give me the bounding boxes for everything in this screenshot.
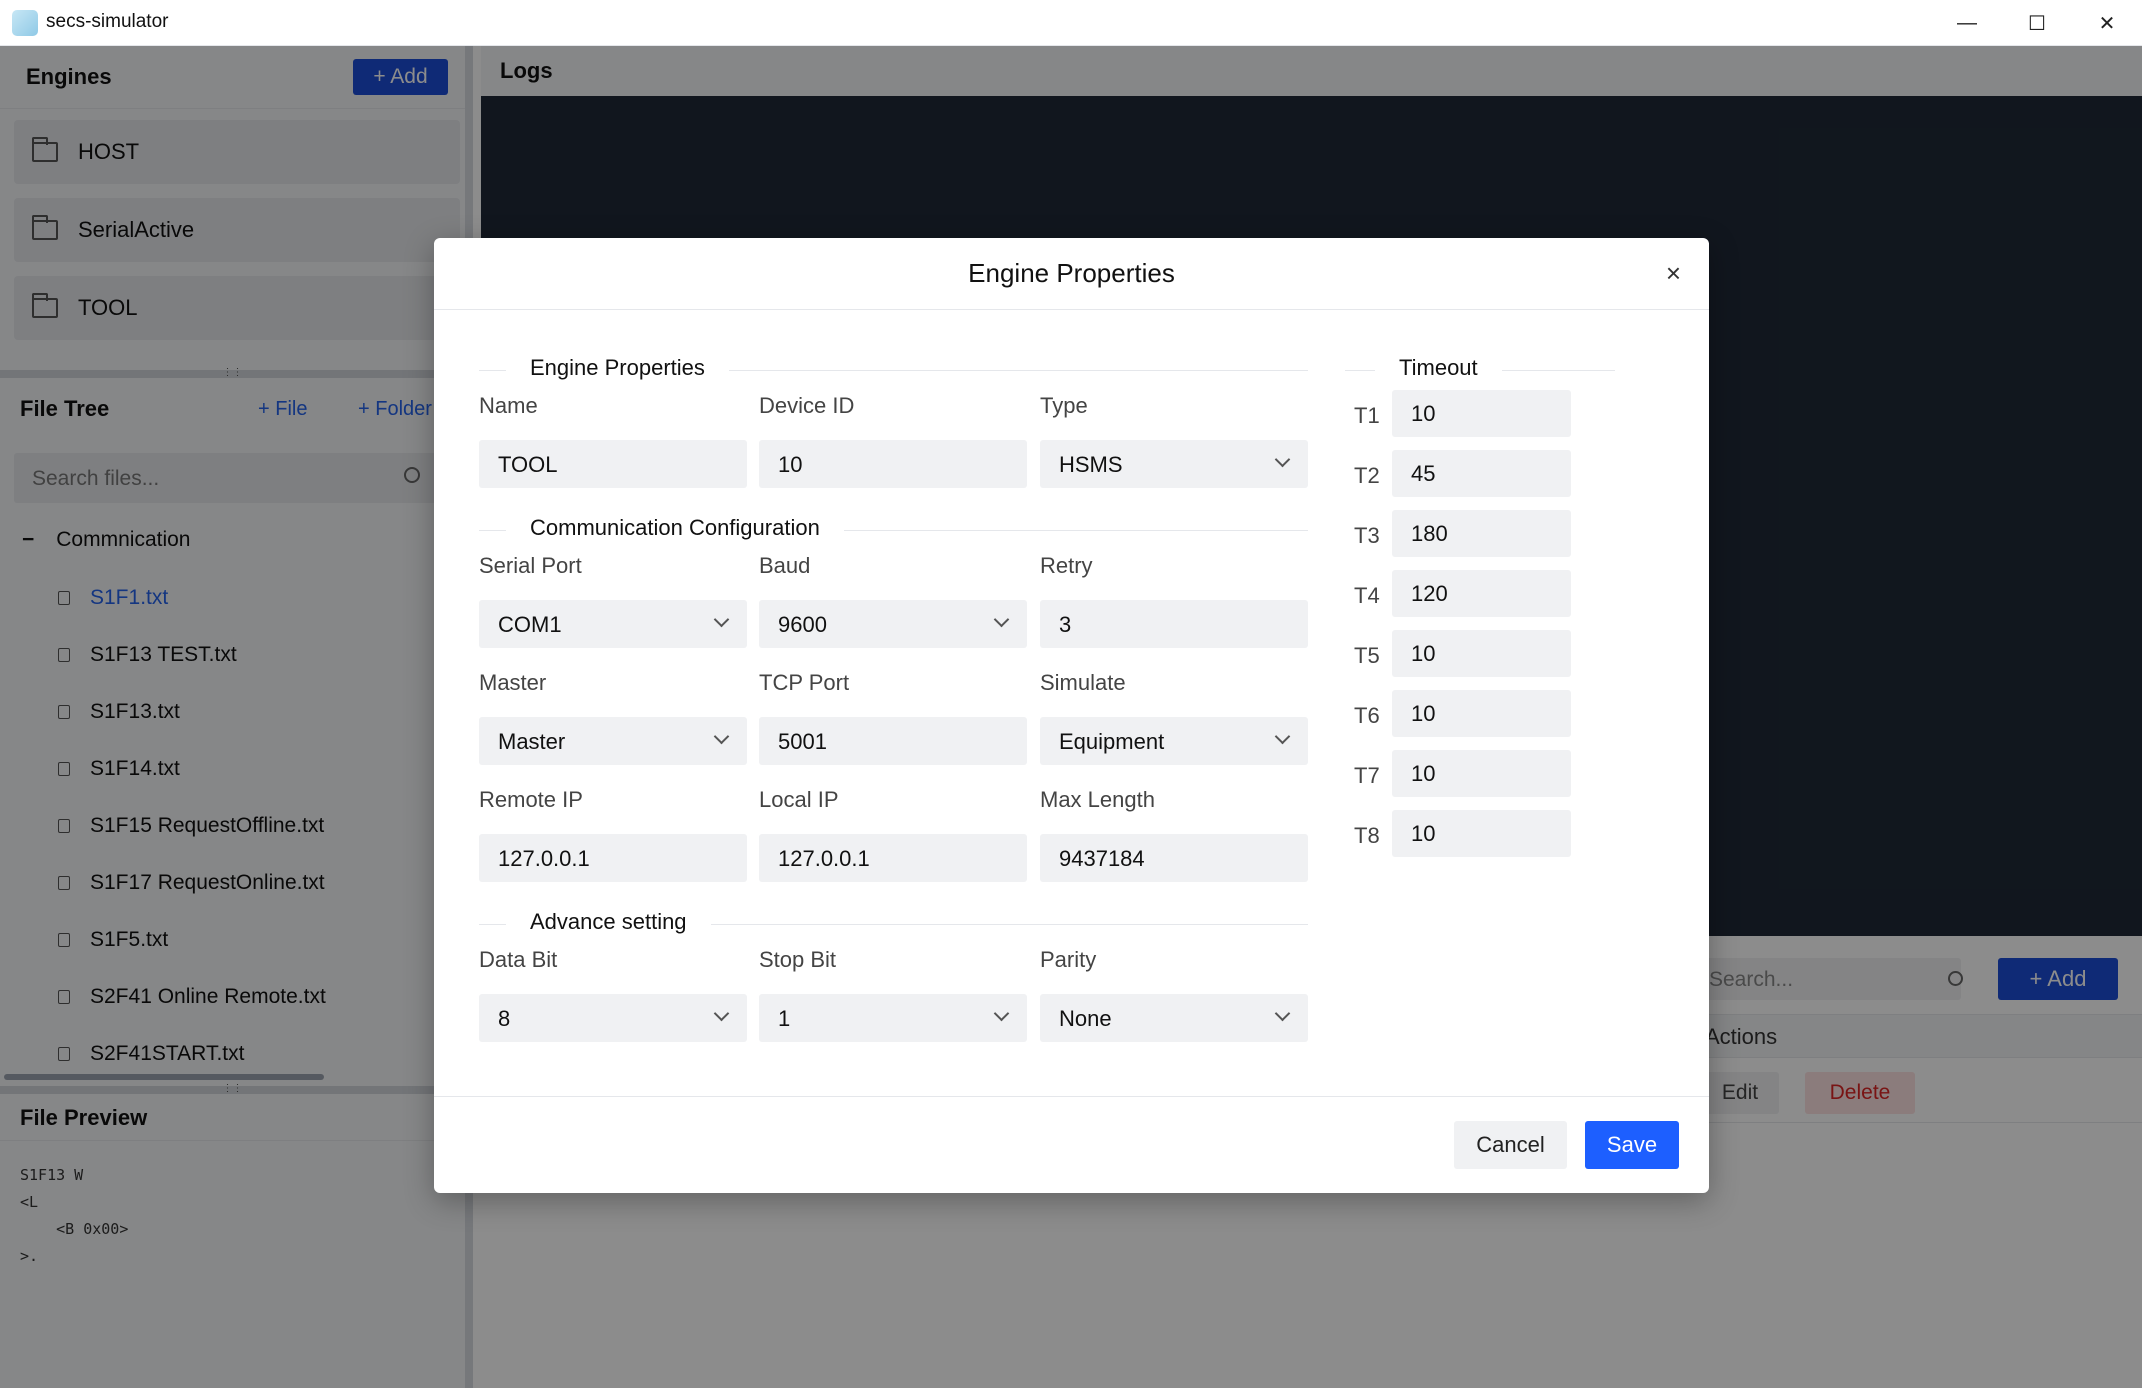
type-select[interactable]: HSMS — [1040, 440, 1308, 488]
chevron-down-icon — [713, 728, 730, 745]
data-bit-select[interactable]: 8 — [479, 994, 747, 1042]
master-select[interactable]: Master — [479, 717, 747, 765]
t6-label: T6 — [1354, 703, 1380, 728]
t5-label: T5 — [1354, 643, 1380, 668]
app-icon — [12, 10, 38, 36]
section-advance-setting: Advance setting — [479, 909, 1308, 954]
dialog-title: Engine Properties — [434, 238, 1709, 310]
simulate-value: Equipment — [1059, 729, 1165, 754]
retry-input[interactable]: 3 — [1040, 600, 1308, 648]
app-window: secs-simulator — ☐ ✕ Engines + Add HOST … — [0, 0, 2142, 1388]
parity-value: None — [1059, 1006, 1112, 1031]
title-bar: secs-simulator — ☐ ✕ — [0, 0, 2142, 46]
simulate-label: Simulate — [1040, 670, 1126, 695]
serial-port-select[interactable]: COM1 — [479, 600, 747, 648]
t3-input[interactable]: 180 — [1392, 510, 1571, 557]
t4-label: T4 — [1354, 583, 1380, 608]
baud-value: 9600 — [778, 612, 827, 637]
t3-label: T3 — [1354, 523, 1380, 548]
t2-label: T2 — [1354, 463, 1380, 488]
section-engine-properties: Engine Properties — [479, 355, 1308, 400]
t2-input[interactable]: 45 — [1392, 450, 1571, 497]
master-value: Master — [498, 729, 566, 754]
engine-properties-dialog: Engine Properties × Engine Properties Ti… — [434, 238, 1709, 1193]
chevron-down-icon — [993, 611, 1010, 628]
chevron-down-icon — [1274, 1005, 1291, 1022]
t4-input[interactable]: 120 — [1392, 570, 1571, 617]
chevron-down-icon — [993, 1005, 1010, 1022]
baud-label: Baud — [759, 553, 811, 578]
device-id-label: Device ID — [759, 393, 855, 418]
local-ip-label: Local IP — [759, 787, 839, 812]
section-title: Communication Configuration — [506, 515, 844, 541]
window-title: secs-simulator — [46, 11, 169, 32]
section-title: Engine Properties — [506, 355, 729, 381]
tcp-port-label: TCP Port — [759, 670, 850, 695]
local-ip-input[interactable]: 127.0.0.1 — [759, 834, 1027, 882]
serial-port-value: COM1 — [498, 612, 562, 637]
max-length-input[interactable]: 9437184 — [1040, 834, 1308, 882]
t1-input[interactable]: 10 — [1392, 390, 1571, 437]
baud-select[interactable]: 9600 — [759, 600, 1027, 648]
dialog-close-icon[interactable]: × — [1666, 258, 1681, 289]
remote-ip-input[interactable]: 127.0.0.1 — [479, 834, 747, 882]
t5-input[interactable]: 10 — [1392, 630, 1571, 677]
chevron-down-icon — [713, 1005, 730, 1022]
data-bit-value: 8 — [498, 1006, 511, 1031]
t8-label: T8 — [1354, 823, 1380, 848]
dialog-footer-divider — [434, 1096, 1709, 1097]
remote-ip-label: Remote IP — [479, 787, 583, 812]
section-title: Advance setting — [506, 909, 711, 935]
max-length-label: Max Length — [1040, 787, 1155, 812]
save-button[interactable]: Save — [1585, 1121, 1679, 1169]
retry-label: Retry — [1040, 553, 1093, 578]
type-select-value: HSMS — [1059, 452, 1123, 477]
close-window-button[interactable]: ✕ — [2072, 0, 2142, 46]
data-bit-label: Data Bit — [479, 947, 558, 972]
section-title: Timeout — [1375, 355, 1502, 381]
parity-label: Parity — [1040, 947, 1097, 972]
t6-input[interactable]: 10 — [1392, 690, 1571, 737]
t7-label: T7 — [1354, 763, 1380, 788]
chevron-down-icon — [1274, 728, 1291, 745]
serial-port-label: Serial Port — [479, 553, 582, 578]
type-label: Type — [1040, 393, 1088, 418]
t1-label: T1 — [1354, 403, 1380, 428]
section-communication: Communication Configuration — [479, 515, 1308, 560]
t7-input[interactable]: 10 — [1392, 750, 1571, 797]
chevron-down-icon — [1274, 451, 1291, 468]
tcp-port-input[interactable]: 5001 — [759, 717, 1027, 765]
cancel-button[interactable]: Cancel — [1454, 1121, 1567, 1169]
stop-bit-label: Stop Bit — [759, 947, 837, 972]
master-label: Master — [479, 670, 547, 695]
name-label: Name — [479, 393, 538, 418]
minimize-button[interactable]: — — [1932, 0, 2002, 46]
maximize-button[interactable]: ☐ — [2002, 0, 2072, 46]
name-input[interactable]: TOOL — [479, 440, 747, 488]
device-id-input[interactable]: 10 — [759, 440, 1027, 488]
simulate-select[interactable]: Equipment — [1040, 717, 1308, 765]
stop-bit-select[interactable]: 1 — [759, 994, 1027, 1042]
stop-bit-value: 1 — [778, 1006, 791, 1031]
chevron-down-icon — [713, 611, 730, 628]
t8-input[interactable]: 10 — [1392, 810, 1571, 857]
parity-select[interactable]: None — [1040, 994, 1308, 1042]
